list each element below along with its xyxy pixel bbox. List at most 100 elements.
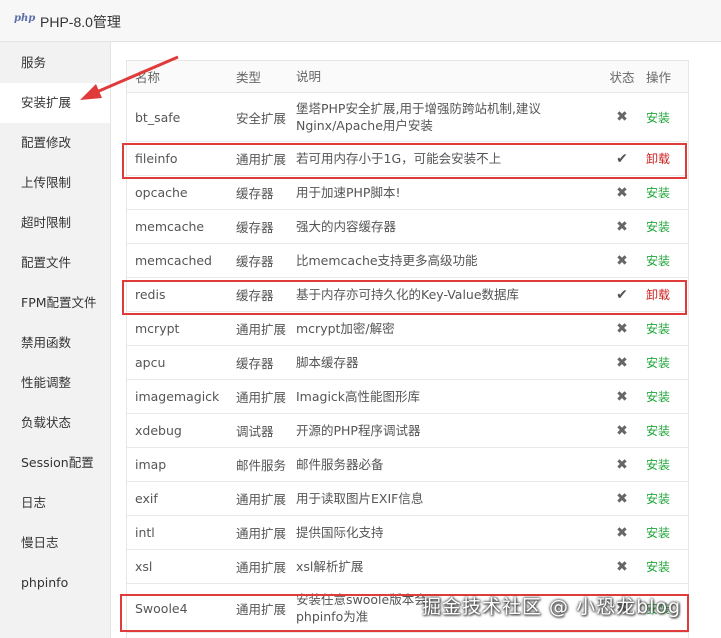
header-status: 状态	[602, 61, 642, 93]
ext-desc: 基于内存亦可持久化的Key-Value数据库	[295, 277, 602, 312]
not-installed-icon: ✖	[616, 558, 628, 575]
not-installed-icon: ✖	[616, 456, 628, 473]
sidebar-item-timeout-limit[interactable]: 超时限制	[0, 203, 110, 243]
not-installed-icon: ✖	[616, 184, 628, 201]
ext-desc-line1: 安装任意swoole版本会	[296, 592, 427, 607]
ext-type: 邮件服务	[231, 447, 295, 482]
ext-desc: 堡塔PHP安全扩展,用于增强防跨站机制,建议Nginx/Apache用户安装	[295, 92, 602, 142]
table-row: mcrypt 通用扩展 mcrypt加密/解密 ✖ 安装	[127, 311, 688, 346]
sidebar-item-slow-log[interactable]: 慢日志	[0, 523, 110, 563]
ext-name: imagemagick	[127, 379, 231, 414]
table-row: fileinfo 通用扩展 若可用内存小于1G，可能会安装不上 ✔ 卸载	[127, 141, 688, 176]
window-title: PHP-8.0管理	[40, 14, 121, 30]
ext-desc: 脚本缓存器	[295, 345, 602, 380]
ext-desc-line2: phpinfo为准	[296, 609, 369, 624]
ext-desc: 邮件服务器必备	[295, 447, 602, 482]
install-button[interactable]: 安装	[646, 390, 670, 404]
sidebar-item-load-status[interactable]: 负载状态	[0, 403, 110, 443]
install-button[interactable]: 安装	[646, 356, 670, 370]
ext-desc: 强大的内容缓存器	[295, 209, 602, 244]
header-desc: 说明	[295, 61, 602, 93]
ext-type: 通用扩展	[231, 481, 295, 516]
ext-desc: xsl解析扩展	[295, 549, 602, 584]
ext-type: 缓存器	[231, 345, 295, 380]
ext-name: Swoole4	[127, 583, 231, 633]
header-type: 类型	[231, 61, 295, 93]
ext-name: opcache	[127, 175, 231, 210]
ext-type: 调试器	[231, 413, 295, 448]
ext-type: 通用扩展	[231, 141, 295, 176]
table-row: exif 通用扩展 用于读取图片EXIF信息 ✖ 安装	[127, 481, 688, 516]
uninstall-button[interactable]: 卸载	[646, 152, 670, 166]
installed-check-icon: ✔	[616, 150, 628, 167]
header-name: 名称	[127, 61, 231, 93]
table-row: intl 通用扩展 提供国际化支持 ✖ 安装	[127, 515, 688, 550]
ext-name: mcrypt	[127, 311, 231, 346]
install-button[interactable]: 安装	[646, 322, 670, 336]
extensions-table: 名称 类型 说明 状态 操作 bt_safe 安全扩展 堡塔PHP安全扩展,用于…	[126, 60, 689, 638]
ext-name: memcached	[127, 243, 231, 278]
table-row: memcache 缓存器 强大的内容缓存器 ✖ 安装	[127, 209, 688, 244]
not-installed-icon: ✖	[616, 422, 628, 439]
ext-name: apcu	[127, 345, 231, 380]
ext-type: 通用扩展	[231, 311, 295, 346]
ext-name: xdebug	[127, 413, 231, 448]
sidebar-item-log[interactable]: 日志	[0, 483, 110, 523]
ext-type: 通用扩展	[231, 549, 295, 584]
sidebar-item-disabled-functions[interactable]: 禁用函数	[0, 323, 110, 363]
sidebar-item-config-file[interactable]: 配置文件	[0, 243, 110, 283]
ext-name: exif	[127, 481, 231, 516]
table-row: redis 缓存器 基于内存亦可持久化的Key-Value数据库 ✔ 卸载	[127, 277, 688, 312]
ext-desc: 用于读取图片EXIF信息	[295, 481, 602, 516]
ext-desc: 用于加速PHP脚本!	[295, 175, 602, 210]
ext-name: memcache	[127, 209, 231, 244]
ext-desc: 比memcache支持更多高级功能	[295, 243, 602, 278]
ext-name: xsl	[127, 549, 231, 584]
ext-type: 缓存器	[231, 209, 295, 244]
sidebar-item-upload-limit[interactable]: 上传限制	[0, 163, 110, 203]
table-row: xdebug 调试器 开源的PHP程序调试器 ✖ 安装	[127, 413, 688, 448]
uninstall-button[interactable]: 卸载	[646, 288, 670, 302]
table-row: xsl 通用扩展 xsl解析扩展 ✖ 安装	[127, 549, 688, 584]
sidebar-item-fpm-config-file[interactable]: FPM配置文件	[0, 283, 110, 323]
not-installed-icon: ✖	[616, 218, 628, 235]
sidebar-item-phpinfo[interactable]: phpinfo	[0, 563, 110, 603]
not-installed-icon: ✖	[616, 388, 628, 405]
ext-type: 通用扩展	[231, 379, 295, 414]
ext-desc: mcrypt加密/解密	[295, 311, 602, 346]
install-button[interactable]: 安装	[646, 254, 670, 268]
table-row: opcache 缓存器 用于加速PHP脚本! ✖ 安装	[127, 175, 688, 210]
table-row: Swoole4 通用扩展 安装任意swoole版本会 phpinfo为准 ✖ 安装	[127, 583, 688, 633]
ext-name: bt_safe	[127, 92, 231, 142]
install-button[interactable]: 安装	[646, 111, 670, 125]
install-button[interactable]: 安装	[646, 458, 670, 472]
sidebar-item-install-extension[interactable]: 安装扩展	[0, 83, 110, 123]
sidebar-item-session-config[interactable]: Session配置	[0, 443, 110, 483]
ext-desc: 开源的PHP程序调试器	[295, 413, 602, 448]
install-button[interactable]: 安装	[646, 602, 670, 616]
ext-type: 缓存器	[231, 175, 295, 210]
ext-name: redis	[127, 277, 231, 312]
not-installed-icon: ✖	[616, 320, 628, 337]
table-header-row: 名称 类型 说明 状态 操作	[127, 61, 688, 93]
install-button[interactable]: 安装	[646, 424, 670, 438]
table-row: memcached 缓存器 比memcache支持更多高级功能 ✖ 安装	[127, 243, 688, 278]
ext-type: 通用扩展	[231, 515, 295, 550]
header-op: 操作	[642, 61, 688, 93]
install-button[interactable]: 安装	[646, 560, 670, 574]
not-installed-icon: ✖	[616, 109, 628, 125]
table-row: bt_safe 安全扩展 堡塔PHP安全扩展,用于增强防跨站机制,建议Nginx…	[127, 92, 688, 142]
table-row: imagemagick 通用扩展 Imagick高性能图形库 ✖ 安装	[127, 379, 688, 414]
ext-desc: 若可用内存小于1G，可能会安装不上	[295, 141, 602, 176]
ext-name: intl	[127, 515, 231, 550]
install-button[interactable]: 安装	[646, 492, 670, 506]
sidebar-item-config-edit[interactable]: 配置修改	[0, 123, 110, 163]
install-button[interactable]: 安装	[646, 220, 670, 234]
sidebar-item-performance[interactable]: 性能调整	[0, 363, 110, 403]
install-button[interactable]: 安装	[646, 186, 670, 200]
not-installed-icon: ✖	[616, 490, 628, 507]
sidebar-item-service[interactable]: 服务	[0, 43, 110, 83]
install-button[interactable]: 安装	[646, 526, 670, 540]
not-installed-icon: ✖	[616, 354, 628, 371]
ext-desc: 提供国际化支持	[295, 515, 602, 550]
